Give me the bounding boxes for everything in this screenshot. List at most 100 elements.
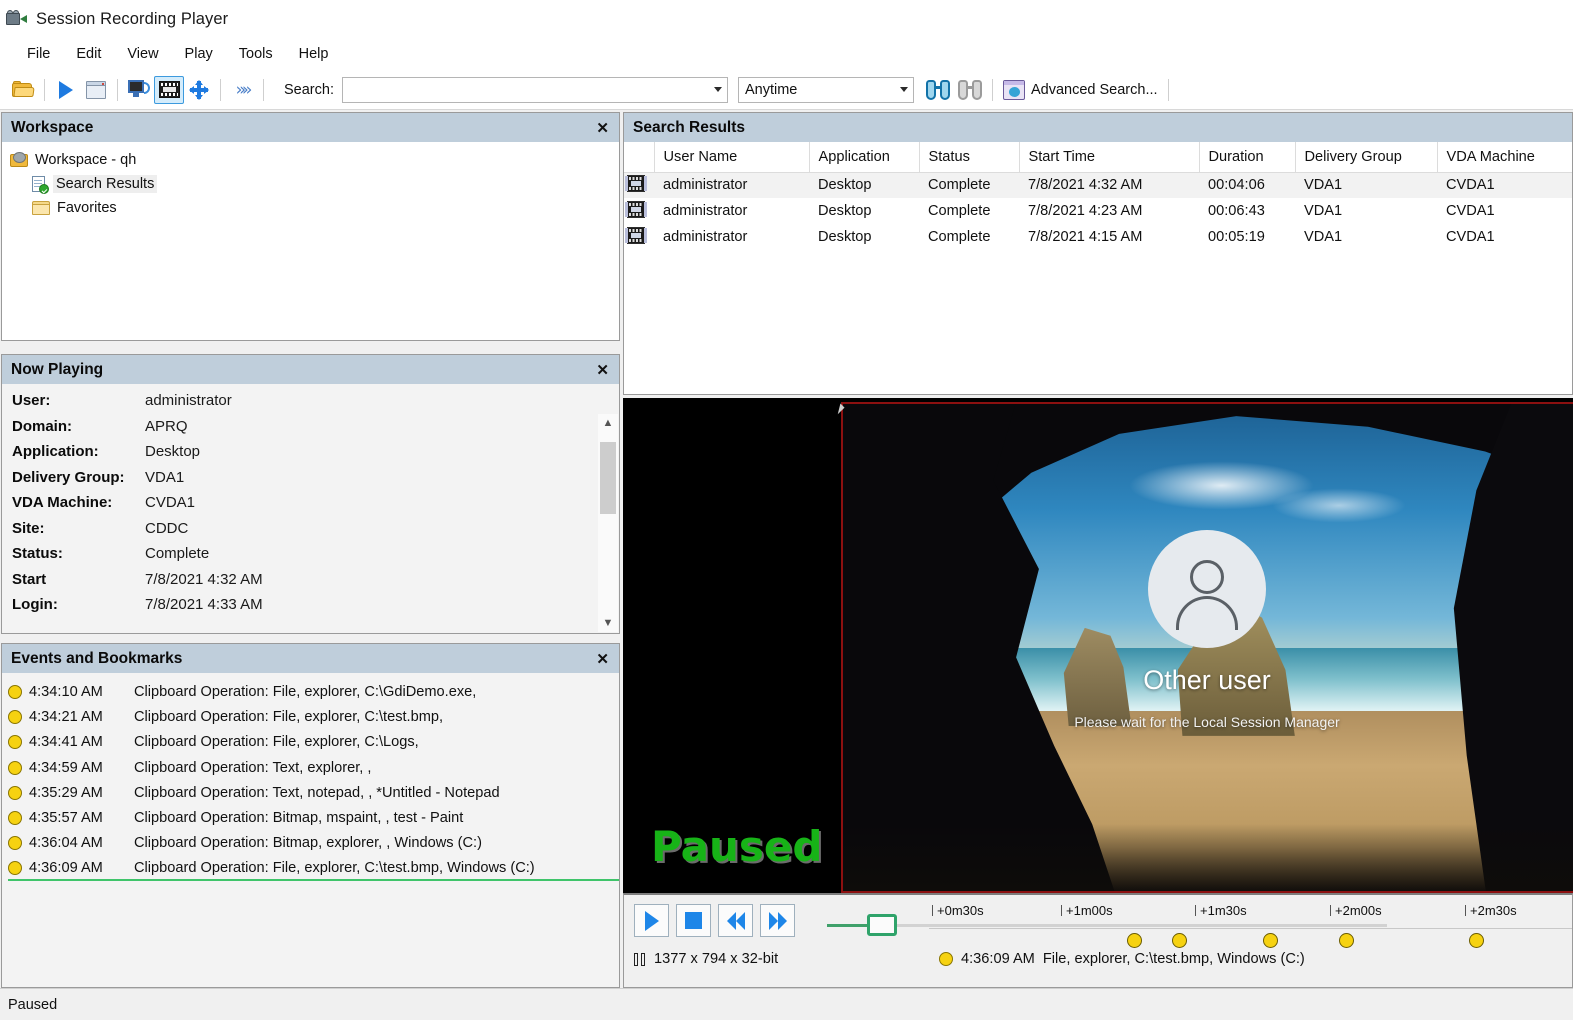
fast-forward-icon — [769, 912, 787, 930]
field-label: Delivery Group: — [12, 469, 145, 486]
list-item[interactable]: 4:35:29 AMClipboard Operation: Text, not… — [8, 780, 619, 805]
menu-edit[interactable]: Edit — [63, 43, 114, 65]
menu-view[interactable]: View — [114, 43, 171, 65]
current-event-status: 4:36:09 AM File, explorer, C:\test.bmp, … — [939, 951, 1305, 967]
column-header-user-name[interactable]: User Name — [654, 142, 809, 172]
advanced-search-label: Advanced Search... — [1031, 82, 1158, 98]
time-filter-combo[interactable]: Anytime — [738, 77, 914, 103]
ruler-tick: +1m00s — [1066, 903, 1113, 918]
event-dot-icon — [8, 786, 22, 800]
live-session-icon — [128, 80, 150, 99]
avatar — [1148, 530, 1266, 648]
search-combo[interactable] — [342, 77, 728, 103]
cell-status: Complete — [919, 224, 1019, 250]
workspace-panel: Workspace ✕ Workspace - qh Search Result… — [1, 112, 620, 341]
workspace-tree: Workspace - qh Search Results Favorites — [2, 142, 619, 220]
column-header-application[interactable]: Application — [809, 142, 919, 172]
pan-button[interactable] — [184, 76, 214, 104]
status-text: Paused — [8, 997, 57, 1013]
recorded-session-button[interactable] — [154, 76, 184, 104]
open-folder-button[interactable] — [8, 76, 38, 104]
time-filter-chevron-down-icon[interactable] — [895, 78, 913, 102]
list-item[interactable]: 4:34:10 AMClipboard Operation: File, exp… — [8, 679, 619, 704]
list-item[interactable]: 4:34:59 AMClipboard Operation: Text, exp… — [8, 755, 619, 780]
now-playing-scrollbar[interactable]: ▲ ▼ — [598, 414, 618, 632]
list-item[interactable]: 4:35:57 AMClipboard Operation: Bitmap, m… — [8, 805, 619, 830]
resolution-text: 1377 x 794 x 32-bit — [654, 951, 778, 967]
search-dropdown-chevron-down-icon[interactable] — [709, 78, 727, 102]
scroll-up-icon[interactable]: ▲ — [598, 414, 618, 432]
timeline-event-marker[interactable] — [1469, 933, 1484, 948]
session-playback-viewport[interactable]: Other user Please wait for the Local Ses… — [623, 398, 1573, 893]
tree-item-label: Favorites — [57, 200, 117, 216]
workspace-close-icon[interactable]: ✕ — [594, 119, 611, 137]
avatar-body-icon — [1176, 596, 1238, 630]
fast-forward-button-toolbar[interactable]: »» — [227, 76, 257, 104]
event-text: Clipboard Operation: Text, notepad, , *U… — [134, 785, 500, 801]
workspace-globe-icon — [10, 152, 29, 168]
cell-start-time: 7/8/2021 4:15 AM — [1019, 224, 1199, 250]
lock-screen-username: Other user — [1143, 665, 1271, 696]
menu-play[interactable]: Play — [172, 43, 226, 65]
now-playing-fields: User:administrator Domain:APRQ Applicati… — [2, 384, 619, 622]
window-button[interactable] — [81, 76, 111, 104]
event-time: 4:35:57 AM — [29, 810, 127, 826]
timeline-event-marker[interactable] — [1127, 933, 1142, 948]
field-value: APRQ — [145, 418, 188, 435]
recording-film-icon — [627, 175, 645, 192]
list-item[interactable]: 4:36:09 AMClipboard Operation: File, exp… — [8, 856, 619, 881]
window-icon — [86, 81, 106, 99]
event-dot-icon — [8, 811, 22, 825]
play-button-toolbar[interactable] — [51, 76, 81, 104]
advanced-search-button[interactable]: Advanced Search... — [999, 76, 1162, 104]
column-header-duration[interactable]: Duration — [1199, 142, 1295, 172]
session-recording-player-window: Session Recording Player File Edit View … — [0, 0, 1573, 1020]
field-label: Domain: — [12, 418, 145, 435]
search-results-panel-header: Search Results — [624, 113, 1572, 142]
events-panel-title: Events and Bookmarks — [11, 650, 182, 668]
folder-icon — [32, 200, 51, 216]
event-dot-icon — [8, 735, 22, 749]
cell-user-name: administrator — [654, 198, 809, 224]
list-item[interactable]: 4:34:21 AMClipboard Operation: File, exp… — [8, 704, 619, 729]
now-playing-close-icon[interactable]: ✕ — [594, 361, 611, 379]
field-label: Application: — [12, 443, 145, 460]
event-time: 4:36:04 AM — [29, 835, 127, 851]
menu-tools[interactable]: Tools — [226, 43, 286, 65]
timeline-event-marker[interactable] — [1263, 933, 1278, 948]
scrollbar-track[interactable] — [598, 432, 618, 614]
event-time: 4:36:09 AM — [29, 860, 127, 876]
workspace-panel-title: Workspace — [11, 119, 93, 137]
table-row[interactable]: administrator Desktop Complete 7/8/2021 … — [624, 172, 1572, 198]
field-value: CVDA1 — [145, 494, 195, 511]
tree-item-search-results[interactable]: Search Results — [10, 172, 619, 196]
live-session-button[interactable] — [124, 76, 154, 104]
tree-item-favorites[interactable]: Favorites — [10, 196, 619, 220]
list-item[interactable]: 4:36:04 AM Clipboard Operation: Bitmap, e… — [8, 831, 619, 856]
time-filter-value: Anytime — [739, 82, 895, 98]
scroll-down-icon[interactable]: ▼ — [598, 614, 618, 632]
list-item[interactable]: 4:34:41 AMClipboard Operation: File, exp… — [8, 730, 619, 755]
find-button[interactable] — [922, 76, 954, 104]
cell-duration: 00:04:06 — [1199, 172, 1295, 198]
timeline-event-marker[interactable] — [1172, 933, 1187, 948]
column-header-vda-machine[interactable]: VDA Machine — [1437, 142, 1572, 172]
search-input[interactable] — [343, 78, 707, 102]
search-results-panel: Search Results User Name Application Sta… — [623, 112, 1573, 395]
timeline-event-marker[interactable] — [1339, 933, 1354, 948]
column-header-status[interactable]: Status — [919, 142, 1019, 172]
scrollbar-thumb[interactable] — [600, 442, 616, 514]
column-header-delivery-group[interactable]: Delivery Group — [1295, 142, 1437, 172]
table-row[interactable]: administrator Desktop Complete 7/8/2021 … — [624, 198, 1572, 224]
menu-file[interactable]: File — [14, 43, 63, 65]
tree-item-workspace-root[interactable]: Workspace - qh — [10, 148, 619, 172]
play-icon — [59, 81, 73, 99]
column-header-start-time[interactable]: Start Time — [1019, 142, 1199, 172]
table-row[interactable]: administrator Desktop Complete 7/8/2021 … — [624, 224, 1572, 250]
column-header-icon[interactable] — [624, 142, 654, 172]
ruler-tick: +0m30s — [937, 903, 984, 918]
event-text: Clipboard Operation: Bitmap, explorer, ,… — [134, 835, 482, 851]
field-value: CDDC — [145, 520, 188, 537]
menu-help[interactable]: Help — [286, 43, 342, 65]
events-close-icon[interactable]: ✕ — [594, 650, 611, 668]
